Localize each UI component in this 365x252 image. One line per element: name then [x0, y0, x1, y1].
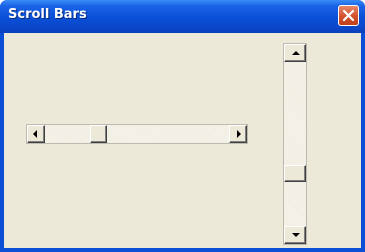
horizontal-scroll-thumb[interactable]	[90, 125, 107, 143]
scroll-up-button[interactable]	[284, 44, 306, 62]
arrow-down-icon	[292, 233, 300, 237]
horizontal-scrollbar[interactable]	[26, 124, 248, 144]
scroll-right-button[interactable]	[229, 125, 247, 143]
vertical-scroll-thumb[interactable]	[284, 165, 306, 182]
arrow-right-icon	[237, 130, 241, 138]
close-button[interactable]	[338, 5, 359, 26]
close-icon	[342, 9, 355, 22]
window-title: Scroll Bars	[8, 7, 87, 22]
client-area	[4, 33, 361, 248]
scroll-bars-window: Scroll Bars	[0, 0, 365, 252]
vertical-scrollbar[interactable]	[283, 43, 307, 245]
scroll-left-button[interactable]	[27, 125, 45, 143]
arrow-left-icon	[33, 130, 37, 138]
title-bar[interactable]: Scroll Bars	[0, 0, 365, 33]
scroll-down-button[interactable]	[284, 226, 306, 244]
arrow-up-icon	[292, 51, 300, 55]
